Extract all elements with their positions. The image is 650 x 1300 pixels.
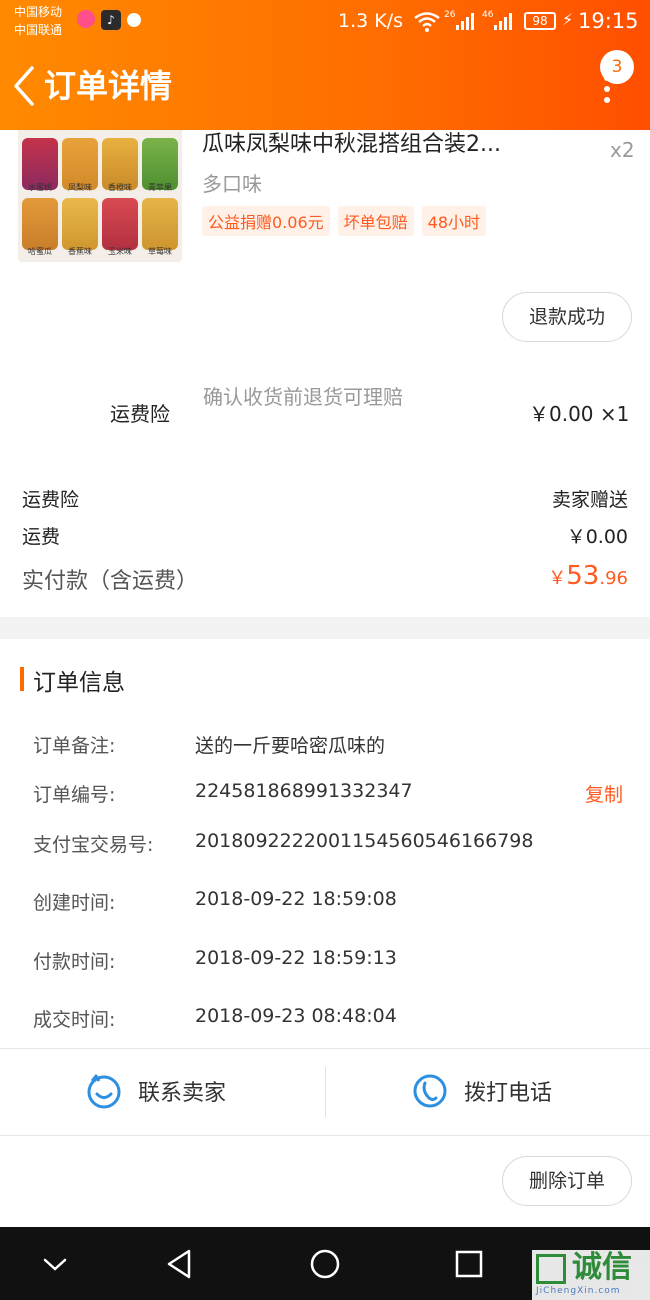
info-row-alipay-trade-no: 支付宝交易号: 2018092222001154560546166798 [33,830,633,860]
product-image-cake [22,198,58,250]
fee-value: 卖家赠送 [551,489,628,511]
carrier-2: 中国联通 [14,23,63,37]
header: 中国移动 中国联通 ♪ 1.3 K/s 26 46 98 ⚡ 19:15 订单详… [0,0,650,130]
fee-label: 运费险 [22,489,80,511]
product-image[interactable]: 水蜜桃 凤梨味 香橙味 青苹果 哈蜜瓜 香蕉味 玉米味 草莓味 [18,130,182,262]
app-notification-icon [77,10,95,28]
contact-seller-label: 联系卖家 [138,1081,227,1106]
product-card[interactable]: 水蜜桃 凤梨味 香橙味 青苹果 哈蜜瓜 香蕉味 玉米味 草莓味 瓜味凤梨味中秋混… [0,130,650,270]
tag-48-hours: 48小时 [421,206,487,236]
charging-icon: ⚡ [562,10,574,29]
info-value: 2018-09-23 08:48:04 [195,1005,397,1027]
call-phone-label: 拨打电话 [464,1081,553,1106]
info-label: 付款时间: [33,951,116,973]
wifi-icon [414,12,440,32]
product-image-cake [62,198,98,250]
notification-icons: ♪ [77,10,141,30]
chat-smile-icon [87,1074,121,1109]
product-quantity: x2 [610,138,635,162]
total-decimal: .96 [599,568,628,589]
fee-value: ￥0.00 [566,526,628,548]
section-divider [0,617,650,639]
back-triangle-icon[interactable] [163,1247,197,1281]
fee-label: 运费 [22,526,61,548]
carrier-info: 中国移动 中国联通 [14,3,62,39]
info-row-deal-time: 成交时间: 2018-09-23 08:48:04 [33,1005,633,1035]
product-sku: 多口味 [202,172,262,196]
total-amount: ￥53.96 [548,561,628,591]
copy-order-number-button[interactable]: 复制 [585,780,623,807]
fee-row-shipping: 运费 ￥0.00 [22,522,628,552]
info-label: 订单备注: [33,735,116,757]
info-value: 2018092222001154560546166798 [195,830,534,852]
product-image-label: 青苹果 [148,183,172,192]
home-circle-icon[interactable] [308,1247,342,1281]
contact-action-bar: 联系卖家 拨打电话 [0,1048,650,1136]
insurance-label: 运费险 [110,402,170,426]
freight-insurance-row: 运费险 确认收货前退货可理赔 ￥0.00 ×1 [0,372,650,452]
clock: 19:15 [578,9,639,33]
total-currency: ￥ [548,568,567,589]
signal-2-label: 46 [482,10,494,20]
section-accent-bar [20,667,24,691]
product-image-cake [102,198,138,250]
more-options-icon[interactable] [602,72,612,104]
signal-2-icon [494,12,512,30]
info-label: 创建时间: [33,892,116,914]
watermark-logo-icon [536,1254,566,1284]
info-row-paid-time: 付款时间: 2018-09-22 18:59:13 [33,947,633,977]
signal-1-icon [456,12,474,30]
tiktok-icon: ♪ [101,10,121,30]
product-title[interactable]: 瓜味凤梨味中秋混搭组合装2... [202,130,501,160]
product-image-cake [142,198,178,250]
recents-square-icon[interactable] [452,1247,486,1281]
refund-status-button[interactable]: 退款成功 [502,292,632,342]
total-label: 实付款（含运费） [22,569,199,594]
total-integer: 53 [566,561,600,591]
info-label: 支付宝交易号: [33,834,154,856]
insurance-description: 确认收货前退货可理赔 [203,385,403,409]
app-bar: 订单详情 3 [0,44,650,130]
back-arrow-icon[interactable] [10,64,40,108]
info-value: 2018-09-22 18:59:08 [195,888,397,910]
product-image-label: 凤梨味 [68,183,92,192]
total-paid-row: 实付款（含运费） ￥53.96 [22,561,628,597]
call-phone-button[interactable]: 拨打电话 [412,1071,592,1111]
carrier-1: 中国移动 [14,5,63,19]
info-value: 2018-09-22 18:59:13 [195,947,397,969]
fee-row-insurance: 运费险 卖家赠送 [22,485,628,515]
product-image-label: 玉米味 [108,247,132,256]
order-info-title: 订单信息 [33,670,125,696]
watermark-sub: JiChengXin.com [536,1286,621,1296]
product-image-label: 水蜜桃 [28,183,52,192]
watermark-text: 诚信 [572,1250,632,1285]
info-label: 成交时间: [33,1009,116,1031]
signal-1-label: 26 [444,10,456,20]
phone-icon [413,1074,447,1108]
tag-charity: 公益捐赠0.06元 [202,206,330,236]
info-row-created-time: 创建时间: 2018-09-22 18:59:08 [33,888,633,918]
contact-seller-button[interactable]: 联系卖家 [86,1071,266,1111]
info-value: 送的一斤要哈密瓜味的 [195,735,386,757]
app-notification-icon-2 [127,13,141,27]
info-value: 224581868991332347 [195,780,413,802]
page-title: 订单详情 [44,67,173,105]
tag-damage-guarantee: 坏单包赔 [337,206,414,236]
product-image-label: 香蕉味 [68,247,92,256]
battery-icon: 98 [524,12,556,30]
watermark: 诚信 JiChengXin.com [532,1250,650,1300]
delete-order-button[interactable]: 删除订单 [502,1156,632,1206]
product-image-label: 香橙味 [108,183,132,192]
insurance-price: ￥0.00 ×1 [529,402,630,426]
action-divider [325,1067,326,1117]
chevron-down-icon[interactable] [38,1247,72,1281]
info-row-remark: 订单备注: 送的一斤要哈密瓜味的 [33,731,633,761]
product-image-label: 哈蜜瓜 [28,247,52,256]
status-bar: 中国移动 中国联通 ♪ 1.3 K/s 26 46 98 ⚡ 19:15 [0,0,650,44]
product-image-label: 草莓味 [148,247,172,256]
info-row-order-number: 订单编号: 224581868991332347 [33,780,633,810]
product-tags: 公益捐赠0.06元 坏单包赔 48小时 [202,206,487,236]
net-speed: 1.3 K/s [338,10,404,32]
info-label: 订单编号: [33,784,116,806]
